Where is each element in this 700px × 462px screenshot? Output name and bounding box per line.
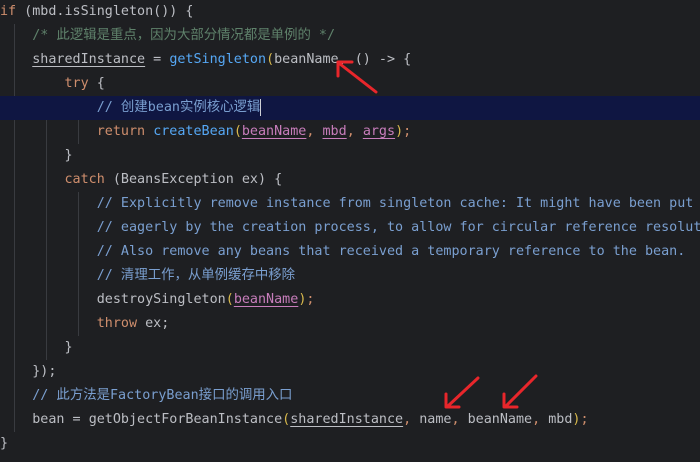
code-line-9: // Explicitly remove instance from singl… <box>96 196 700 211</box>
code-line-17: // 此方法是FactoryBean接口的调用入口 <box>32 388 293 403</box>
line-comment: // 创建bean实例核心逻辑 <box>96 100 261 115</box>
code-line-16: }); <box>32 364 57 379</box>
code-line-1: if (mbd.isSingleton()) { <box>0 4 194 19</box>
code-line-13: destroySingleton(beanName); <box>96 292 315 307</box>
code-editor[interactable]: if (mbd.isSingleton()) { /* 此逻辑是重点，因为大部分… <box>0 0 700 462</box>
code-line-19: } <box>0 436 9 451</box>
code-line-15: } <box>64 340 73 355</box>
code-line-11: // Also remove any beans that received a… <box>96 244 686 259</box>
code-line-10: // eagerly by the creation process, to a… <box>96 220 700 235</box>
code-line-8: catch (BeansException ex) { <box>64 172 283 187</box>
code-line-6: return createBean(beanName, mbd, args); <box>96 124 412 139</box>
code-line-7: } <box>64 148 73 163</box>
text-caret <box>260 98 262 116</box>
annotation-arrow-icon <box>502 374 538 409</box>
annotation-arrow-icon <box>336 60 378 94</box>
code-line-14: throw ex; <box>96 316 170 331</box>
annotation-arrow-icon <box>444 376 480 409</box>
code-line-18: bean = getObjectForBeanInstance(sharedIn… <box>32 412 589 427</box>
block-comment: /* 此逻辑是重点，因为大部分情况都是单例的 */ <box>32 28 336 43</box>
code-line-12: // 清理工作，从单例缓存中移除 <box>96 268 296 283</box>
code-line-2: /* 此逻辑是重点，因为大部分情况都是单例的 */ <box>0 24 700 48</box>
code-line-5-current[interactable]: // 创建bean实例核心逻辑 <box>0 96 700 120</box>
